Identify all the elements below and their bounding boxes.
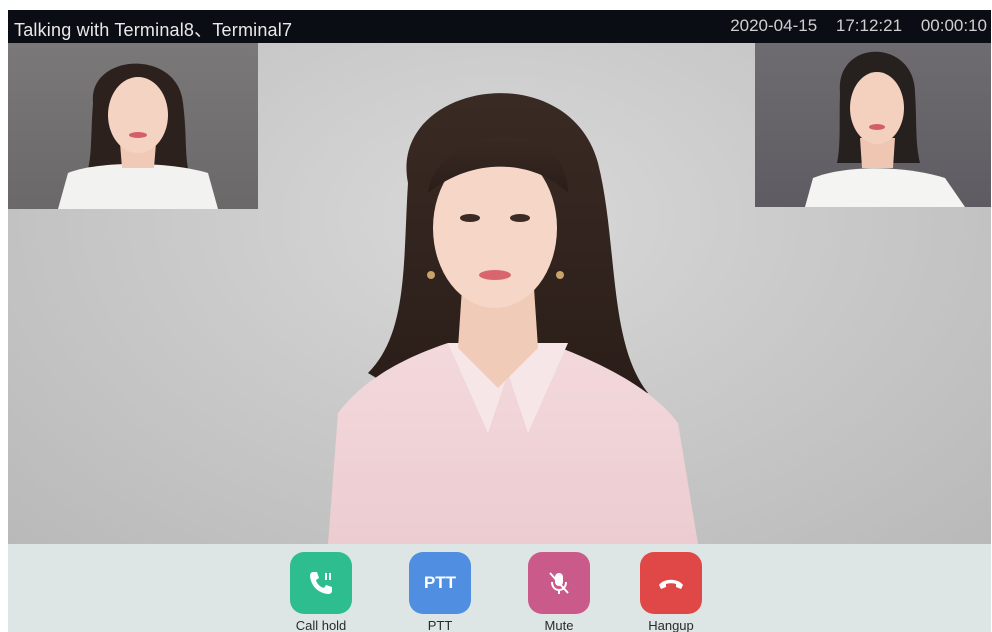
call-title: Talking with Terminal8、Terminal7: [14, 20, 293, 40]
mute-button[interactable]: Mute: [519, 552, 599, 632]
ptt-icon[interactable]: PTT: [409, 552, 471, 614]
call-controls-bar: Call hold PTT PTT Mute Hangup: [8, 544, 991, 632]
call-date: 2020-04-15: [730, 16, 818, 35]
hangup-icon[interactable]: [640, 552, 702, 614]
status-bar: Talking with Terminal8、Terminal7 2020-04…: [8, 10, 991, 43]
call-duration: 00:00:10: [920, 16, 987, 35]
remote-person-right: [805, 51, 965, 207]
video-call-screen: Talking with Terminal8、Terminal7 2020-04…: [8, 10, 991, 632]
ptt-label: PTT: [427, 618, 453, 632]
call-hold-icon[interactable]: [290, 552, 352, 614]
remote-video-terminal-right[interactable]: [755, 43, 991, 207]
call-info: 2020-04-15 17:12:21 00:00:10: [716, 16, 987, 36]
mic-muted-icon[interactable]: [528, 552, 590, 614]
call-time: 17:12:21: [835, 16, 903, 35]
hangup-button[interactable]: Hangup: [631, 552, 711, 632]
call-hold-button[interactable]: Call hold: [281, 552, 361, 632]
remote-person-left: [58, 63, 218, 209]
call-hold-label: Call hold: [295, 618, 347, 632]
remote-video-terminal-left[interactable]: [8, 43, 258, 209]
hangup-label: Hangup: [648, 618, 694, 632]
ptt-button[interactable]: PTT PTT: [400, 552, 480, 632]
mute-label: Mute: [544, 618, 574, 632]
